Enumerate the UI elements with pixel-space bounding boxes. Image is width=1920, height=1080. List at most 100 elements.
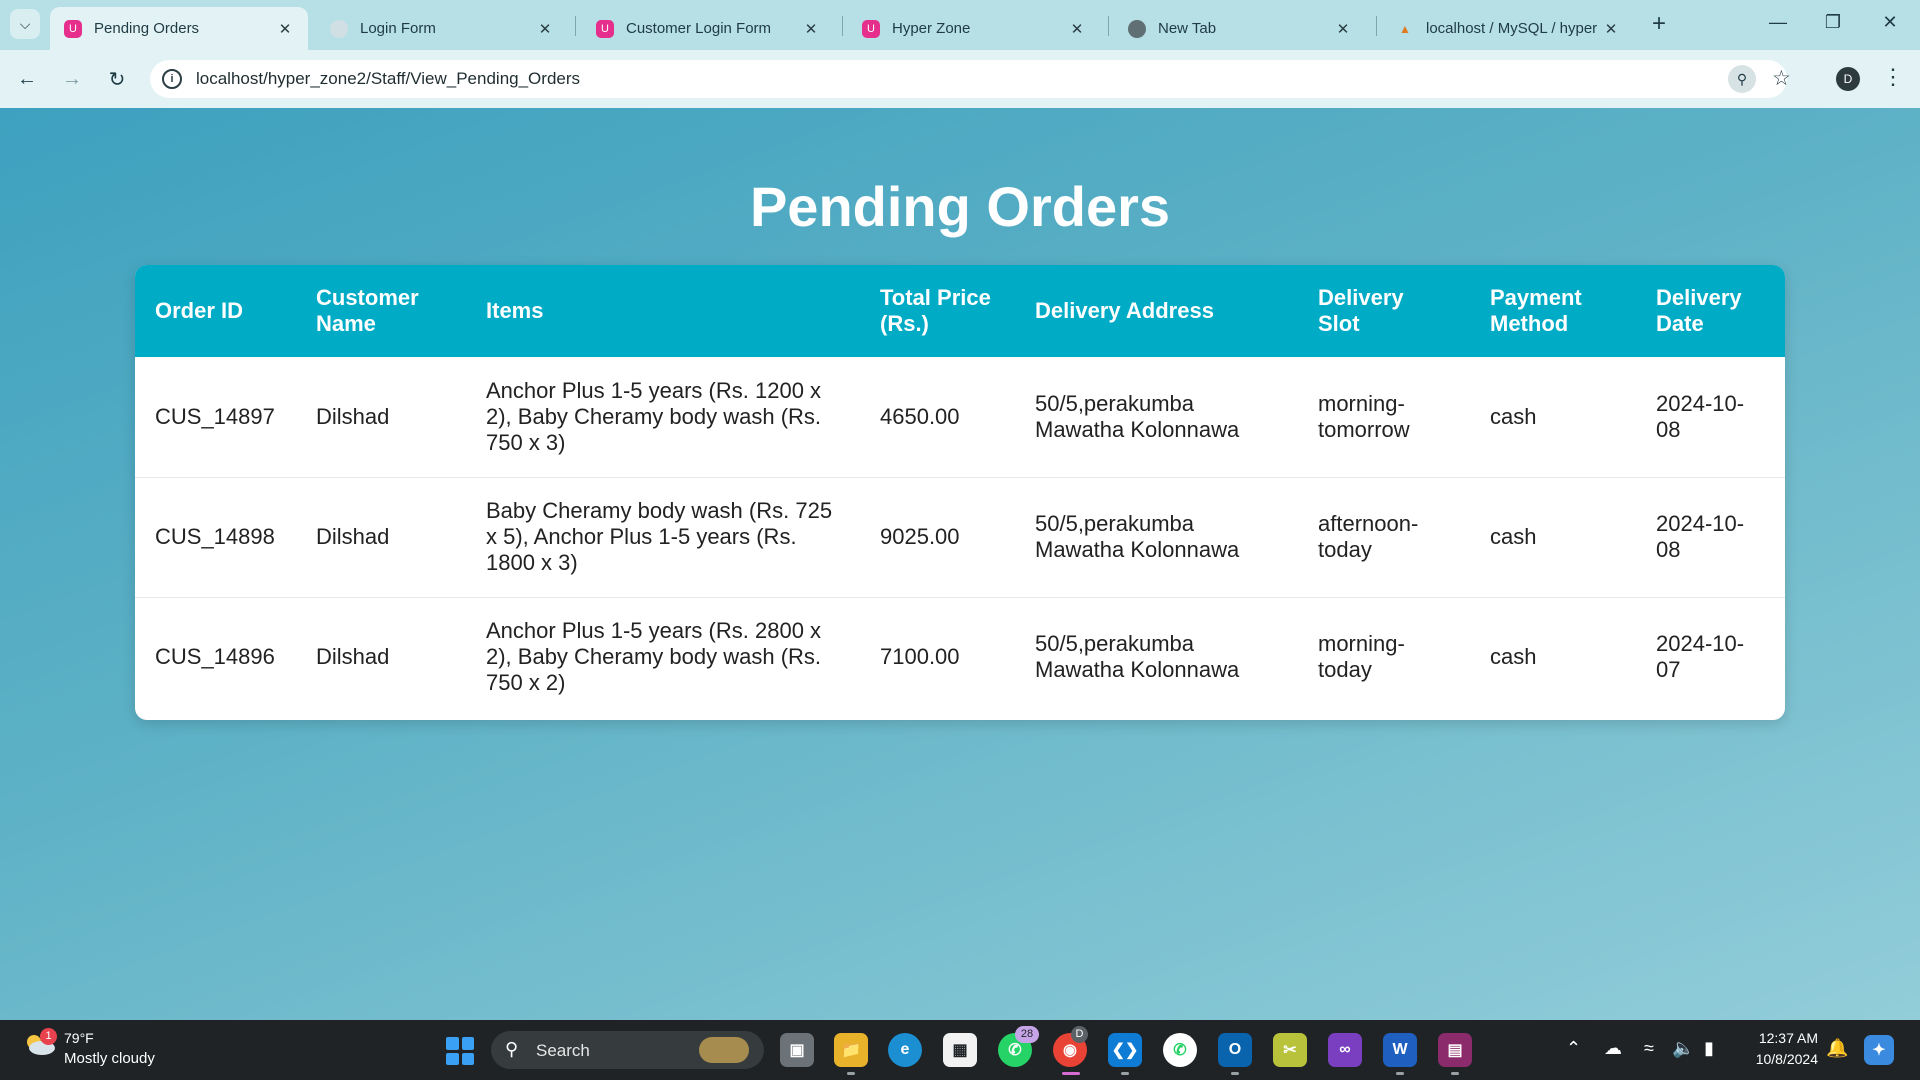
browser-toolbar: ← → ↻ i localhost/hyper_zone2/Staff/View… (0, 50, 1920, 108)
onedrive-icon[interactable]: ☁ (1604, 1038, 1622, 1059)
tab-search-button[interactable]: ⌵ (10, 9, 40, 39)
cell-delivery-slot: afternoon-today (1318, 511, 1419, 562)
cell-delivery-date: 2024-10-08 (1656, 511, 1745, 562)
outlook-icon[interactable]: O (1218, 1033, 1252, 1067)
winrar-icon[interactable]: ▤ (1438, 1033, 1472, 1067)
search-highlight-icon (699, 1037, 749, 1063)
address-bar[interactable]: i localhost/hyper_zone2/Staff/View_Pendi… (150, 60, 1791, 98)
search-label: Search (536, 1041, 590, 1060)
cell-delivery-date: 2024-10-07 (1656, 631, 1745, 683)
microsoft-store-icon[interactable]: ▦ (943, 1033, 977, 1067)
tab-separator (842, 16, 843, 36)
windows-start-icon[interactable] (446, 1037, 474, 1065)
close-icon[interactable]: ✕ (276, 20, 294, 38)
tab-title: Customer Login Form (626, 20, 772, 37)
tab-separator (1376, 16, 1377, 36)
tab-strip: ⌵ U Pending Orders ✕ Login Form ✕ U Cust… (0, 0, 1920, 50)
close-icon[interactable]: ✕ (1334, 20, 1352, 38)
chevron-up-icon[interactable]: ⌃ (1566, 1038, 1581, 1059)
vscode-icon[interactable]: ❮❯ (1108, 1033, 1142, 1067)
wifi-icon[interactable]: ≈ (1644, 1038, 1654, 1059)
visual-studio-icon[interactable]: ∞ (1328, 1033, 1362, 1067)
close-icon[interactable]: ✕ (1602, 20, 1620, 38)
tab-title: Login Form (360, 20, 436, 37)
site-info-icon[interactable]: i (162, 69, 182, 89)
tab-pending-orders[interactable]: U Pending Orders ✕ (50, 7, 308, 50)
cell-order-id: CUS_14898 (155, 524, 275, 549)
menu-kebab-icon[interactable]: ⋮ (1882, 64, 1904, 90)
close-icon[interactable]: ✕ (536, 20, 554, 38)
column-header-total-price: Total Price (Rs.) (880, 285, 991, 336)
app-running-indicator (1451, 1072, 1459, 1075)
globe-icon (330, 19, 348, 38)
weather-temperature[interactable]: 79°F (64, 1030, 94, 1046)
tab-title: New Tab (1158, 20, 1217, 37)
back-arrow-icon[interactable]: ← (12, 64, 42, 94)
clock-time[interactable]: 12:37 AM (1752, 1030, 1818, 1046)
taskbar-search[interactable]: ⚲ Search (491, 1031, 764, 1069)
tab-title: localhost / MySQL / hyper (1426, 20, 1598, 37)
tab-customer-login-form[interactable]: U Customer Login Form ✕ (582, 7, 834, 50)
weather-description[interactable]: Mostly cloudy (64, 1050, 155, 1067)
chrome-icon (1128, 19, 1146, 38)
column-header-payment-method: Payment Method (1490, 285, 1582, 336)
close-icon[interactable]: ✕ (802, 20, 820, 38)
tab-separator (575, 16, 576, 36)
bookmark-star-icon[interactable]: ☆ (1772, 66, 1791, 91)
tab-login-form[interactable]: Login Form ✕ (316, 7, 568, 50)
search-icon: ⚲ (505, 1039, 519, 1059)
column-header-items: Items (486, 298, 544, 323)
profile-avatar[interactable]: D (1836, 67, 1860, 91)
copilot-icon[interactable]: ✦ (1864, 1035, 1894, 1065)
column-header-order-id: Order ID (155, 298, 244, 323)
table-header-row: Order ID Customer Name Items Total Price… (135, 265, 1785, 357)
orders-table-card: Order ID Customer Name Items Total Price… (135, 265, 1785, 720)
edge-icon[interactable]: e (888, 1033, 922, 1067)
url-text[interactable]: localhost/hyper_zone2/Staff/View_Pending… (196, 69, 580, 89)
new-tab-plus-icon[interactable]: + (1652, 12, 1666, 36)
cell-order-id: CUS_14897 (155, 403, 275, 429)
cell-total-price: 4650.00 (880, 403, 960, 429)
tab-title: Hyper Zone (892, 20, 971, 37)
app-running-indicator (1231, 1072, 1239, 1075)
column-header-customer-name: Customer Name (316, 285, 419, 336)
notification-bell-icon[interactable]: 🔔 (1826, 1038, 1848, 1059)
volume-icon[interactable]: 🔈 (1672, 1038, 1694, 1059)
cell-payment-method: cash (1490, 524, 1537, 549)
cell-delivery-date: 2024-10-08 (1656, 390, 1745, 442)
battery-icon[interactable]: ▮ (1704, 1038, 1714, 1059)
cell-delivery-address: 50/5,perakumba Mawatha Kolonnawa (1035, 511, 1240, 562)
minimize-icon[interactable]: — (1768, 12, 1788, 33)
table-row: CUS_14898 Dilshad Baby Cheramy body wash… (135, 477, 1785, 597)
file-explorer-icon[interactable]: 📁 (834, 1033, 868, 1067)
table-row: CUS_14896 Dilshad Anchor Plus 1-5 years … (135, 597, 1785, 717)
tab-title: Pending Orders (94, 20, 200, 37)
tab-new-tab[interactable]: New Tab ✕ (1114, 7, 1366, 50)
cell-customer-name: Dilshad (316, 644, 390, 670)
whatsapp-business-icon[interactable]: ✆ (1163, 1033, 1197, 1067)
hyperzone-logo-icon: U (596, 19, 614, 38)
weather-notification-badge: 1 (40, 1028, 57, 1045)
cell-delivery-address: 50/5,perakumba Mawatha Kolonnawa (1035, 631, 1240, 683)
hyperzone-logo-icon: U (64, 19, 82, 38)
tab-hyper-zone[interactable]: U Hyper Zone ✕ (848, 7, 1100, 50)
hyperzone-logo-icon: U (862, 19, 880, 38)
table-row: CUS_14897 Dilshad Anchor Plus 1-5 years … (135, 357, 1785, 477)
task-view-icon[interactable]: ▣ (780, 1033, 814, 1067)
reload-icon[interactable]: ↻ (102, 64, 132, 94)
window-close-icon[interactable]: ✕ (1880, 12, 1900, 33)
cell-delivery-slot: morning-tomorrow (1318, 390, 1410, 442)
cell-items: Anchor Plus 1-5 years (Rs. 1200 x 2), Ba… (486, 377, 822, 455)
tab-phpmyadmin[interactable]: ▲ localhost / MySQL / hyper ✕ (1382, 7, 1634, 50)
restore-icon[interactable]: ❐ (1823, 12, 1843, 33)
zoom-icon[interactable]: ⚲ (1728, 65, 1756, 93)
phpmyadmin-icon: ▲ (1399, 21, 1411, 36)
close-icon[interactable]: ✕ (1068, 20, 1086, 38)
cell-delivery-address: 50/5,perakumba Mawatha Kolonnawa (1035, 390, 1240, 442)
clock-date[interactable]: 10/8/2024 (1742, 1051, 1818, 1067)
word-icon[interactable]: W (1383, 1033, 1417, 1067)
snipping-tool-icon[interactable]: ✂ (1273, 1033, 1307, 1067)
cell-payment-method: cash (1490, 403, 1537, 429)
forward-arrow-icon[interactable]: → (57, 64, 87, 94)
cell-items: Anchor Plus 1-5 years (Rs. 2800 x 2), Ba… (486, 618, 822, 696)
